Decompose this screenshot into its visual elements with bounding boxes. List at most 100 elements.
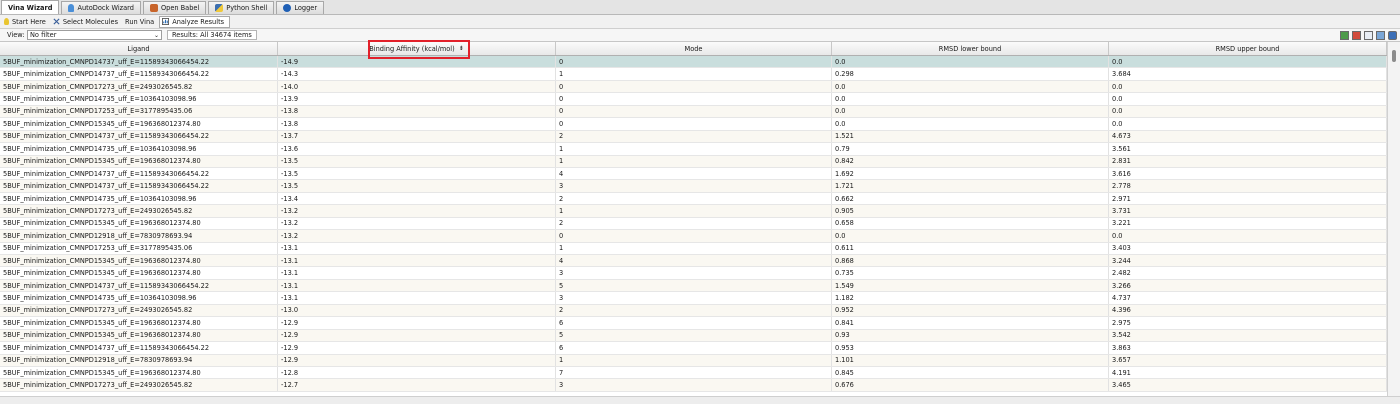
table-row[interactable]: 5BUF_minimization_CMNPD14737_uff_E=11589…: [0, 342, 1387, 355]
table-cell: 1: [556, 155, 832, 167]
table-row[interactable]: 5BUF_minimization_CMNPD12918_uff_E=78309…: [0, 354, 1387, 367]
table-header: Ligand Binding Affinity (kcal/mol) ⇟ Mode…: [0, 42, 1387, 56]
table-cell: 5BUF_minimization_CMNPD17253_uff_E=31778…: [0, 242, 278, 254]
table-row[interactable]: 5BUF_minimization_CMNPD17253_uff_E=31778…: [0, 242, 1387, 255]
table-cell: 0.611: [832, 242, 1109, 254]
table-row[interactable]: 5BUF_minimization_CMNPD14735_uff_E=10364…: [0, 143, 1387, 156]
table-row[interactable]: 5BUF_minimization_CMNPD14737_uff_E=11589…: [0, 56, 1387, 69]
tab-python-shell[interactable]: Python Shell: [208, 1, 275, 14]
step-run-vina[interactable]: Run Vina: [123, 16, 159, 28]
table-row[interactable]: 5BUF_minimization_CMNPD17253_uff_E=31778…: [0, 105, 1387, 119]
cross-arrows-icon: [53, 18, 60, 25]
tab-logger[interactable]: Logger: [276, 1, 325, 14]
table-row[interactable]: 5BUF_minimization_CMNPD14737_uff_E=11589…: [0, 279, 1387, 293]
table-cell: 3.221: [1109, 217, 1387, 230]
table-row[interactable]: 5BUF_minimization_CMNPD17273_uff_E=24930…: [0, 379, 1387, 392]
chevron-down-icon: ⌄: [153, 31, 159, 39]
table-cell: 1.521: [832, 130, 1109, 143]
table-cell: -13.1: [278, 292, 556, 304]
table-row[interactable]: 5BUF_minimization_CMNPD15345_uff_E=19636…: [0, 329, 1387, 343]
step-select-molecules[interactable]: Select Molecules: [51, 16, 123, 28]
table-row[interactable]: 5BUF_minimization_CMNPD15345_uff_E=19636…: [0, 317, 1387, 330]
table-cell: 3: [556, 267, 832, 279]
table-row[interactable]: 5BUF_minimization_CMNPD17273_uff_E=24930…: [0, 304, 1387, 318]
col-header-rmsd-lower[interactable]: RMSD lower bound: [832, 42, 1109, 55]
table-cell: 0.676: [832, 379, 1109, 391]
table-cell: 2: [556, 304, 832, 317]
filter-row: View: No filter ⌄ Results: All 34674 ite…: [0, 29, 1400, 42]
table-cell: 5BUF_minimization_CMNPD14735_uff_E=10364…: [0, 93, 278, 105]
table-cell: 5BUF_minimization_CMNPD15345_uff_E=19636…: [0, 118, 278, 130]
col-header-rmsd-upper[interactable]: RMSD upper bound: [1109, 42, 1387, 55]
step-start-here[interactable]: Start Here: [2, 16, 51, 28]
step-label: Select Molecules: [62, 17, 119, 26]
table-cell: 3.266: [1109, 279, 1387, 292]
step-label: Start Here: [12, 17, 46, 26]
results-count: Results: All 34674 items: [167, 30, 257, 40]
save-icon[interactable]: [1388, 31, 1397, 40]
table-row[interactable]: 5BUF_minimization_CMNPD14737_uff_E=11589…: [0, 180, 1387, 193]
table-cell: -12.9: [278, 317, 556, 329]
table-cell: 0.868: [832, 255, 1109, 267]
table-row[interactable]: 5BUF_minimization_CMNPD14737_uff_E=11589…: [0, 130, 1387, 144]
table-cell: 0.845: [832, 366, 1109, 379]
table-cell: -13.1: [278, 255, 556, 267]
table-cell: 3.684: [1109, 68, 1387, 80]
results-text: Results: All 34674 items: [172, 31, 252, 39]
table-cell: 5BUF_minimization_CMNPD12918_uff_E=78309…: [0, 230, 278, 242]
export-table-icon[interactable]: [1364, 31, 1373, 40]
export-csv-icon[interactable]: [1340, 31, 1349, 40]
table-cell: -13.2: [278, 217, 556, 230]
table-row[interactable]: 5BUF_minimization_CMNPD14737_uff_E=11589…: [0, 167, 1387, 181]
bulb-icon: [4, 18, 9, 25]
table-row[interactable]: 5BUF_minimization_CMNPD15345_uff_E=19636…: [0, 217, 1387, 231]
export-pdf-icon[interactable]: [1352, 31, 1361, 40]
table-cell: -13.1: [278, 242, 556, 254]
table-cell: 4.673: [1109, 130, 1387, 143]
table-cell: -13.6: [278, 143, 556, 155]
table-cell: 3.465: [1109, 379, 1387, 391]
tab-label: Open Babel: [160, 4, 200, 12]
table-cell: 5BUF_minimization_CMNPD14735_uff_E=10364…: [0, 292, 278, 304]
table-row[interactable]: 5BUF_minimization_CMNPD15345_uff_E=19636…: [0, 155, 1387, 168]
table-cell: 5BUF_minimization_CMNPD15345_uff_E=19636…: [0, 366, 278, 379]
col-header-ligand[interactable]: Ligand: [0, 42, 278, 55]
table-cell: -14.9: [278, 56, 556, 68]
table-row[interactable]: 5BUF_minimization_CMNPD14737_uff_E=11589…: [0, 68, 1387, 81]
col-header-mode[interactable]: Mode: [556, 42, 832, 55]
table-row[interactable]: 5BUF_minimization_CMNPD17273_uff_E=24930…: [0, 80, 1387, 94]
table-cell: 3.863: [1109, 342, 1387, 354]
table-cell: 1.549: [832, 279, 1109, 292]
table-cell: 1.182: [832, 292, 1109, 304]
tab-autodock-wizard[interactable]: AutoDock Wizard: [61, 1, 141, 14]
table-row[interactable]: 5BUF_minimization_CMNPD15345_uff_E=19636…: [0, 118, 1387, 131]
table-cell: 4.396: [1109, 304, 1387, 317]
table-row[interactable]: 5BUF_minimization_CMNPD17273_uff_E=24930…: [0, 205, 1387, 218]
step-label: Analyze Results: [172, 17, 225, 26]
table-cell: 0.0: [832, 105, 1109, 118]
vertical-scrollbar[interactable]: [1387, 42, 1400, 396]
view-filter-select[interactable]: No filter ⌄: [27, 30, 162, 40]
columns-icon[interactable]: [1376, 31, 1385, 40]
table-row[interactable]: 5BUF_minimization_CMNPD15345_uff_E=19636…: [0, 366, 1387, 380]
table-row[interactable]: 5BUF_minimization_CMNPD15345_uff_E=19636…: [0, 255, 1387, 268]
scroll-thumb[interactable]: [1392, 50, 1396, 62]
table-cell: 5BUF_minimization_CMNPD15345_uff_E=19636…: [0, 217, 278, 230]
table-row[interactable]: 5BUF_minimization_CMNPD15345_uff_E=19636…: [0, 267, 1387, 280]
table-cell: 5BUF_minimization_CMNPD14737_uff_E=11589…: [0, 180, 278, 192]
table-row[interactable]: 5BUF_minimization_CMNPD14735_uff_E=10364…: [0, 93, 1387, 106]
tab-open-babel[interactable]: Open Babel: [142, 1, 207, 14]
col-header-binding-affinity[interactable]: Binding Affinity (kcal/mol) ⇟: [278, 42, 556, 55]
table-cell: 5BUF_minimization_CMNPD15345_uff_E=19636…: [0, 267, 278, 279]
table-cell: 5BUF_minimization_CMNPD15345_uff_E=19636…: [0, 155, 278, 167]
table-row[interactable]: 5BUF_minimization_CMNPD14735_uff_E=10364…: [0, 292, 1387, 305]
tab-vina-wizard[interactable]: Vina Wizard: [1, 0, 60, 14]
table-cell: 0.79: [832, 143, 1109, 155]
tab-label: Python Shell: [226, 4, 268, 12]
step-analyze-results[interactable]: Analyze Results: [159, 15, 231, 28]
table-row[interactable]: 5BUF_minimization_CMNPD12918_uff_E=78309…: [0, 230, 1387, 243]
view-filter-value: No filter: [30, 31, 57, 39]
table-row[interactable]: 5BUF_minimization_CMNPD14735_uff_E=10364…: [0, 192, 1387, 206]
view-label: View:: [7, 31, 25, 39]
table-cell: -13.2: [278, 205, 556, 217]
